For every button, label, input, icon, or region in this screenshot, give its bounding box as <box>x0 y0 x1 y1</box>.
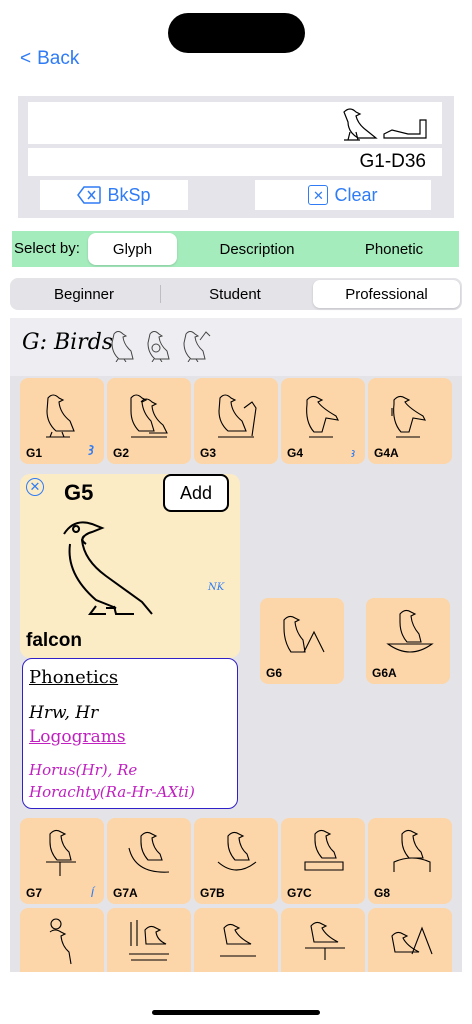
falcon-sun-icon <box>49 918 72 965</box>
select-by-label: Select by: <box>14 240 80 257</box>
glyph-code: G4A <box>374 446 399 460</box>
glyph-tile-g6[interactable]: G6 <box>260 598 344 684</box>
glyph-meaning: falcon <box>26 630 82 651</box>
backspace-icon <box>77 186 102 204</box>
glyph-code: G2 <box>113 446 130 460</box>
falcon-icon <box>63 521 153 615</box>
buzzard-icon <box>306 395 339 438</box>
category-header: G: Birds <box>10 318 462 376</box>
glyph-code: G7C <box>287 886 312 900</box>
falcon-shrine-icon <box>304 829 344 871</box>
glyph-tile[interactable] <box>368 908 452 972</box>
backspace-label: BkSp <box>107 184 151 205</box>
glyph-tile-g6a[interactable]: G6A <box>366 598 450 684</box>
glyph-code: G7A <box>113 886 138 900</box>
phonetics-panel: Phonetics Hrw, Hr Logograms Horus(Hr), R… <box>22 658 238 809</box>
falcon-perch-icon <box>305 921 345 960</box>
falcon-sledge-icon <box>129 920 169 961</box>
glyph-phonetic: ꜣ <box>87 439 94 459</box>
glyph-tile-g4a[interactable]: G4A <box>368 378 452 464</box>
bird-icon <box>183 331 211 362</box>
glyph-tile[interactable] <box>20 908 104 972</box>
bird-icon <box>147 331 170 362</box>
glyph-phonetic: Í <box>90 886 94 900</box>
glyph-display <box>28 102 442 144</box>
level-professional-tab[interactable]: Professional <box>313 280 460 308</box>
back-button[interactable]: < Back <box>20 48 79 70</box>
falcon-flail-icon <box>391 926 433 955</box>
glyph-code: G6A <box>372 666 397 680</box>
glyph-phonetic: ꜣ <box>350 446 355 460</box>
back-label: Back <box>37 48 80 69</box>
code-display: G1-D36 <box>28 148 442 176</box>
glyph-tile-g2[interactable]: G2 <box>107 378 191 464</box>
level-segmented-control: Beginner Student Professional <box>10 278 462 310</box>
close-icon[interactable]: ✕ <box>26 478 44 496</box>
select-glyph-tab[interactable]: Glyph <box>88 233 177 265</box>
logograms-link[interactable]: Logograms <box>29 727 126 747</box>
glyph-code: G4 <box>287 446 304 460</box>
glyph-tile[interactable] <box>194 908 278 972</box>
detail-glyph-code: G5 <box>64 480 94 505</box>
level-beginner-tab[interactable]: Beginner <box>12 280 156 308</box>
falcon-boat-icon <box>217 831 257 871</box>
era-label: NK <box>208 582 225 593</box>
clear-button[interactable]: ✕ Clear <box>255 180 431 210</box>
bird-sickle-icon <box>218 394 257 438</box>
falcon-collar-icon <box>393 829 431 872</box>
glyph-tile-g1[interactable]: G1 ꜣ <box>20 378 104 464</box>
falcon-icon <box>220 923 256 957</box>
camera-notch <box>168 13 305 53</box>
glyph-code: G1 <box>26 446 43 460</box>
select-phonetic-tab[interactable]: Phonetic <box>330 233 458 265</box>
category-title: G: Birds <box>22 330 114 355</box>
glyph-code: G3 <box>200 446 217 460</box>
glyph-code: G6 <box>266 666 283 680</box>
level-student-tab[interactable]: Student <box>162 280 308 308</box>
falcon-flail-icon <box>283 615 325 653</box>
entered-glyphs-icon <box>343 108 427 141</box>
select-description-tab[interactable]: Description <box>188 233 326 265</box>
phonetics-value: Hrw, Hr <box>29 703 99 723</box>
category-icons <box>108 326 212 362</box>
backspace-button[interactable]: BkSp <box>40 180 188 210</box>
glyph-tile-g4[interactable]: G4 ꜣ <box>281 378 365 464</box>
phonetics-heading: Phonetics <box>29 667 119 688</box>
glyph-tile[interactable] <box>281 908 365 972</box>
two-birds-icon <box>130 394 168 438</box>
clear-icon: ✕ <box>308 185 329 205</box>
glyph-code: G7 <box>26 886 43 900</box>
glyph-code: G8 <box>374 886 391 900</box>
falcon-standard-icon <box>46 829 76 876</box>
input-panel: G1-D36 BkSp ✕ Clear <box>18 96 454 218</box>
glyph-tile-g3[interactable]: G3 <box>194 378 278 464</box>
glyph-tile-g7c[interactable]: G7C <box>281 818 365 904</box>
logograms-value: Horus(Hr), Re Horachty(Ra-Hr-AXti) <box>29 761 195 801</box>
glyph-tile[interactable] <box>107 908 191 972</box>
bird-icon <box>111 331 134 362</box>
falcon-boat-icon <box>128 831 170 873</box>
add-button[interactable]: Add <box>163 474 229 512</box>
glyph-code: G7B <box>200 886 225 900</box>
code-text: G1-D36 <box>359 151 426 172</box>
falcon-basket-icon <box>386 609 434 653</box>
chevron-left-icon: < <box>20 48 32 69</box>
buzzard-icon <box>391 395 426 438</box>
segment-divider <box>160 285 161 303</box>
glyph-tile-g7b[interactable]: G7B <box>194 818 278 904</box>
glyph-tile-g7[interactable]: G7 Í <box>20 818 104 904</box>
bird-icon <box>46 394 75 438</box>
glyph-tile-g7a[interactable]: G7A <box>107 818 191 904</box>
select-by-bar: Select by: Glyph Description Phonetic <box>12 231 459 267</box>
home-indicator <box>152 1010 320 1015</box>
glyph-tile-g8[interactable]: G8 <box>368 818 452 904</box>
clear-label: Clear <box>334 184 378 205</box>
glyph-detail-card: ✕ G5 Add NK falcon <box>20 474 240 658</box>
